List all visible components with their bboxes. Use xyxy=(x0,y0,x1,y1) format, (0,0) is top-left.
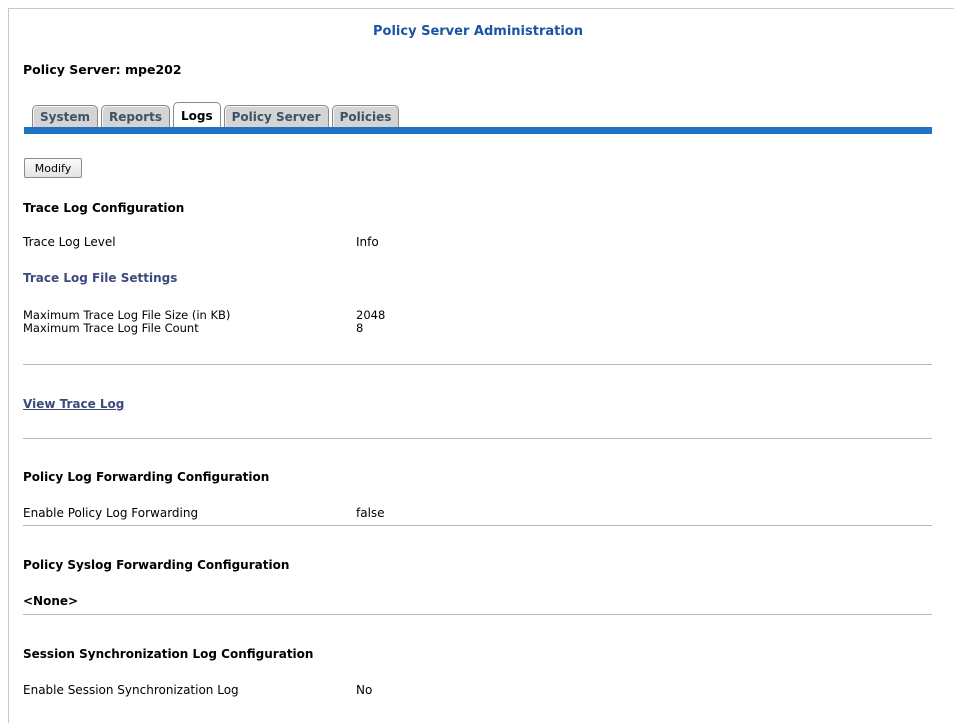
tab-logs[interactable]: Logs xyxy=(173,102,221,127)
view-trace-log-link[interactable]: View Trace Log xyxy=(23,397,124,411)
tab-reports[interactable]: Reports xyxy=(101,105,171,127)
enable-session-sync-log-value: No xyxy=(356,683,373,697)
enable-policy-log-forwarding-label: Enable Policy Log Forwarding xyxy=(23,506,199,520)
tab-system[interactable]: System xyxy=(32,105,98,127)
trace-log-file-settings-heading: Trace Log File Settings xyxy=(23,271,178,285)
page-title: Policy Server Administration xyxy=(373,24,583,39)
tab-strip: System Reports Logs Policy Server Polici… xyxy=(32,102,402,127)
enable-policy-log-forwarding-value: false xyxy=(356,506,385,520)
divider xyxy=(23,614,932,615)
modify-button[interactable]: Modify xyxy=(24,158,82,178)
max-trace-log-count-value: 8 xyxy=(356,321,364,335)
policy-syslog-forwarding-value: <None> xyxy=(23,594,79,608)
enable-session-sync-log-label: Enable Session Synchronization Log xyxy=(23,683,239,697)
trace-log-level-label: Trace Log Level xyxy=(23,235,116,249)
divider xyxy=(23,525,932,526)
trace-log-level-value: Info xyxy=(356,235,379,249)
tab-policy-server[interactable]: Policy Server xyxy=(223,105,329,127)
policy-log-forwarding-heading: Policy Log Forwarding Configuration xyxy=(23,470,270,484)
session-sync-log-heading: Session Synchronization Log Configuratio… xyxy=(23,647,314,661)
divider xyxy=(23,364,932,365)
divider xyxy=(23,438,932,439)
policy-syslog-forwarding-heading: Policy Syslog Forwarding Configuration xyxy=(23,558,290,572)
max-trace-log-size-value: 2048 xyxy=(356,308,386,322)
trace-log-config-heading: Trace Log Configuration xyxy=(23,201,185,215)
tab-policies[interactable]: Policies xyxy=(331,105,400,127)
policy-server-name: Policy Server: mpe202 xyxy=(23,62,182,77)
max-trace-log-size-label: Maximum Trace Log File Size (in KB) xyxy=(23,308,231,322)
tab-bar-underline xyxy=(24,127,932,134)
max-trace-log-count-label: Maximum Trace Log File Count xyxy=(23,321,199,335)
